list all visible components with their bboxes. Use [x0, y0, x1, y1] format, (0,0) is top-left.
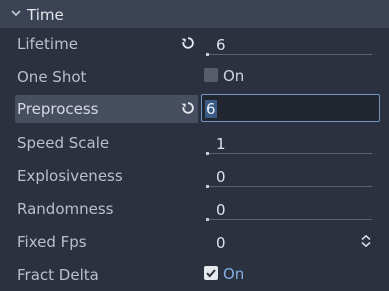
fract-delta-checkbox-label[interactable]: On — [223, 265, 244, 283]
value-slider-track — [206, 219, 372, 220]
property-label-speed-scale: Speed Scale — [17, 134, 110, 152]
checkmark-icon — [206, 269, 216, 278]
property-row-explosiveness: Explosiveness 0 — [0, 159, 389, 192]
property-label-lifetime: Lifetime — [17, 35, 78, 53]
property-label-one-shot: One Shot — [17, 68, 87, 86]
randomness-value: 0 — [216, 201, 226, 219]
explosiveness-value: 0 — [216, 168, 226, 186]
value-slider-grabber[interactable] — [206, 185, 209, 188]
property-row-preprocess: Preprocess 6 — [0, 92, 389, 125]
property-label-preprocess: Preprocess — [17, 100, 99, 118]
one-shot-checkbox[interactable] — [204, 68, 218, 82]
property-label-fract-delta: Fract Delta — [17, 266, 99, 284]
value-slider-track — [206, 186, 372, 187]
value-slider-grabber[interactable] — [206, 218, 209, 221]
preprocess-value[interactable]: 6 — [205, 100, 217, 118]
fract-delta-checkbox[interactable] — [204, 266, 218, 280]
property-label-explosiveness: Explosiveness — [17, 167, 123, 185]
inspector-panel: Time Lifetime 6 One Shot On Preprocess 6 — [0, 0, 389, 287]
explosiveness-input[interactable]: 0 — [201, 161, 380, 189]
section-title: Time — [27, 6, 64, 24]
randomness-input[interactable]: 0 — [201, 194, 380, 222]
fixed-fps-spinbox[interactable]: 0 — [201, 227, 380, 255]
revert-icon[interactable] — [181, 36, 195, 50]
lifetime-input[interactable]: 6 — [201, 29, 380, 57]
section-header-time[interactable]: Time — [0, 0, 389, 29]
value-slider-grabber[interactable] — [206, 152, 209, 155]
preprocess-input[interactable]: 6 — [201, 94, 380, 122]
property-row-fract-delta: Fract Delta On — [0, 258, 389, 291]
value-slider-grabber[interactable] — [206, 53, 209, 56]
spinner-arrows-icon[interactable] — [360, 234, 372, 248]
value-slider-track — [206, 54, 372, 55]
fixed-fps-value: 0 — [216, 234, 226, 252]
lifetime-value: 6 — [216, 36, 226, 54]
property-row-randomness: Randomness 0 — [0, 192, 389, 225]
property-row-lifetime: Lifetime 6 — [0, 27, 389, 60]
property-label-fixed-fps: Fixed Fps — [17, 233, 87, 251]
speed-scale-value: 1 — [216, 135, 226, 153]
property-row-fixed-fps: Fixed Fps 0 — [0, 225, 389, 258]
speed-scale-input[interactable]: 1 — [201, 128, 380, 156]
chevron-down-icon — [11, 10, 21, 17]
property-label-randomness: Randomness — [17, 200, 114, 218]
value-slider-track — [206, 153, 372, 154]
property-row-one-shot: One Shot On — [0, 60, 389, 93]
revert-icon[interactable] — [181, 101, 195, 115]
one-shot-checkbox-label[interactable]: On — [223, 67, 244, 85]
property-row-speed-scale: Speed Scale 1 — [0, 126, 389, 159]
